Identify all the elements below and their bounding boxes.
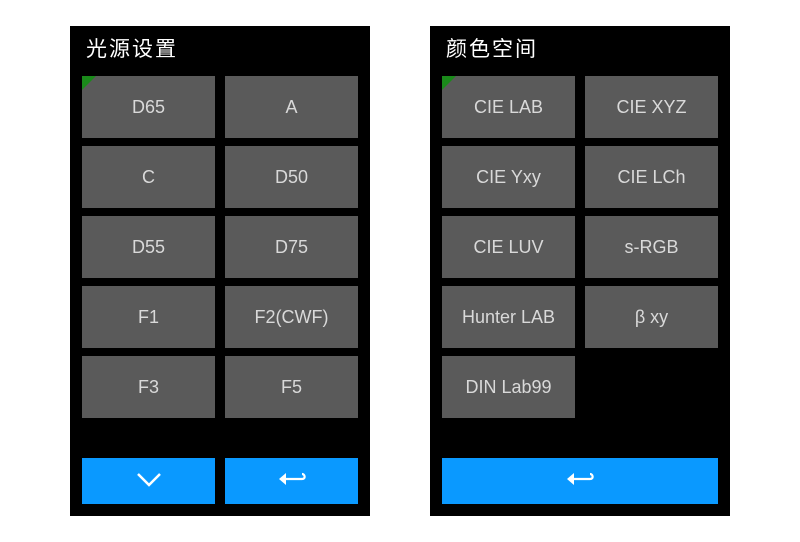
option-f2cwf[interactable]: F2(CWF) — [225, 286, 358, 348]
option-a[interactable]: A — [225, 76, 358, 138]
option-cie-xyz[interactable]: CIE XYZ — [585, 76, 718, 138]
panel-title-bar: 光源设置 — [70, 26, 370, 70]
option-cie-lch[interactable]: CIE LCh — [585, 146, 718, 208]
panel-color-space: 颜色空间 CIE LAB CIE XYZ CIE Yxy CIE LCh CIE… — [430, 26, 730, 516]
scroll-down-button[interactable] — [82, 458, 215, 504]
option-cie-yxy[interactable]: CIE Yxy — [442, 146, 575, 208]
back-button[interactable] — [225, 458, 358, 504]
option-f5[interactable]: F5 — [225, 356, 358, 418]
option-cie-lab[interactable]: CIE LAB — [442, 76, 575, 138]
back-arrow-icon — [275, 466, 309, 497]
panel-illuminant: 光源设置 D65 A C D50 D55 D75 F1 F2(CWF) F3 F — [70, 26, 370, 516]
footer-bar — [70, 458, 370, 516]
option-d75[interactable]: D75 — [225, 216, 358, 278]
back-arrow-icon — [563, 466, 597, 497]
option-f1[interactable]: F1 — [82, 286, 215, 348]
panel-title: 光源设置 — [86, 33, 178, 63]
option-beta-xy[interactable]: β xy — [585, 286, 718, 348]
option-empty — [585, 356, 718, 418]
option-cie-luv[interactable]: CIE LUV — [442, 216, 575, 278]
option-d65[interactable]: D65 — [82, 76, 215, 138]
option-f3[interactable]: F3 — [82, 356, 215, 418]
option-hunter-lab[interactable]: Hunter LAB — [442, 286, 575, 348]
panel-title-bar: 颜色空间 — [430, 26, 730, 70]
panel-title: 颜色空间 — [446, 33, 538, 63]
footer-bar — [430, 458, 730, 516]
option-s-rgb[interactable]: s-RGB — [585, 216, 718, 278]
option-d50[interactable]: D50 — [225, 146, 358, 208]
selection-corner-mark — [442, 76, 456, 90]
chevron-down-icon — [132, 466, 166, 497]
option-grid: D65 A C D50 D55 D75 F1 F2(CWF) F3 F5 — [70, 70, 370, 458]
option-din-lab99[interactable]: DIN Lab99 — [442, 356, 575, 418]
option-d55[interactable]: D55 — [82, 216, 215, 278]
back-button[interactable] — [442, 458, 718, 504]
option-grid: CIE LAB CIE XYZ CIE Yxy CIE LCh CIE LUV … — [430, 70, 730, 458]
selection-corner-mark — [82, 76, 96, 90]
option-c[interactable]: C — [82, 146, 215, 208]
